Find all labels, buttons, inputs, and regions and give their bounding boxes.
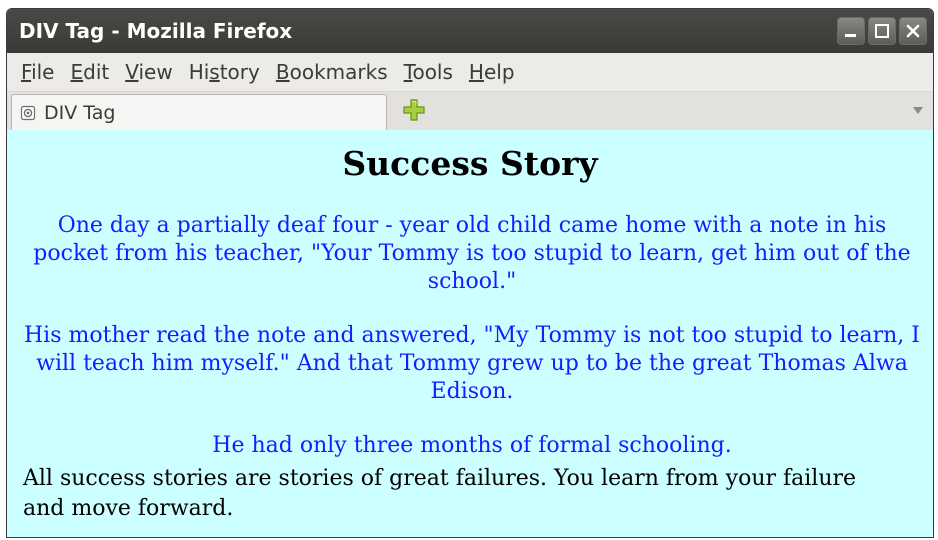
- page-icon: [20, 105, 36, 120]
- page-heading: Success Story: [342, 144, 598, 183]
- story-paragraph: One day a partially deaf four - year old…: [33, 213, 911, 294]
- close-button[interactable]: [899, 17, 927, 45]
- menu-tools[interactable]: Tools: [396, 60, 461, 84]
- close-icon: [906, 24, 920, 38]
- story-paragraph: He had only three months of formal schoo…: [212, 433, 732, 458]
- story-paragraph: His mother read the note and answered, "…: [24, 323, 920, 404]
- story-div: One day a partially deaf four - year old…: [21, 212, 923, 460]
- tab-bar: DIV Tag: [7, 92, 933, 131]
- tab-list-dropdown-icon[interactable]: [913, 107, 923, 114]
- browser-window: DIV Tag - Mozilla Firefox File Edit View…: [6, 8, 934, 538]
- moral-text: All success stories are stories of great…: [23, 466, 857, 521]
- tab-label: DIV Tag: [44, 101, 116, 124]
- maximize-button[interactable]: [868, 17, 896, 45]
- menu-help[interactable]: Help: [461, 60, 523, 84]
- menu-bookmarks[interactable]: Bookmarks: [268, 60, 396, 84]
- menu-view[interactable]: View: [117, 60, 180, 84]
- menu-history[interactable]: History: [181, 60, 268, 84]
- page-content: Success Story One day a partially deaf f…: [7, 130, 933, 537]
- menu-edit[interactable]: Edit: [62, 60, 117, 84]
- minimize-button[interactable]: [837, 17, 865, 45]
- window-controls: [837, 17, 927, 45]
- menu-bar: File Edit View History Bookmarks Tools H…: [7, 53, 933, 92]
- menu-file[interactable]: File: [13, 60, 62, 84]
- tab-div-tag[interactable]: DIV Tag: [11, 94, 387, 130]
- title-bar[interactable]: DIV Tag - Mozilla Firefox: [7, 9, 933, 53]
- window-title: DIV Tag - Mozilla Firefox: [19, 19, 293, 43]
- new-tab-plus-icon[interactable]: [403, 99, 425, 121]
